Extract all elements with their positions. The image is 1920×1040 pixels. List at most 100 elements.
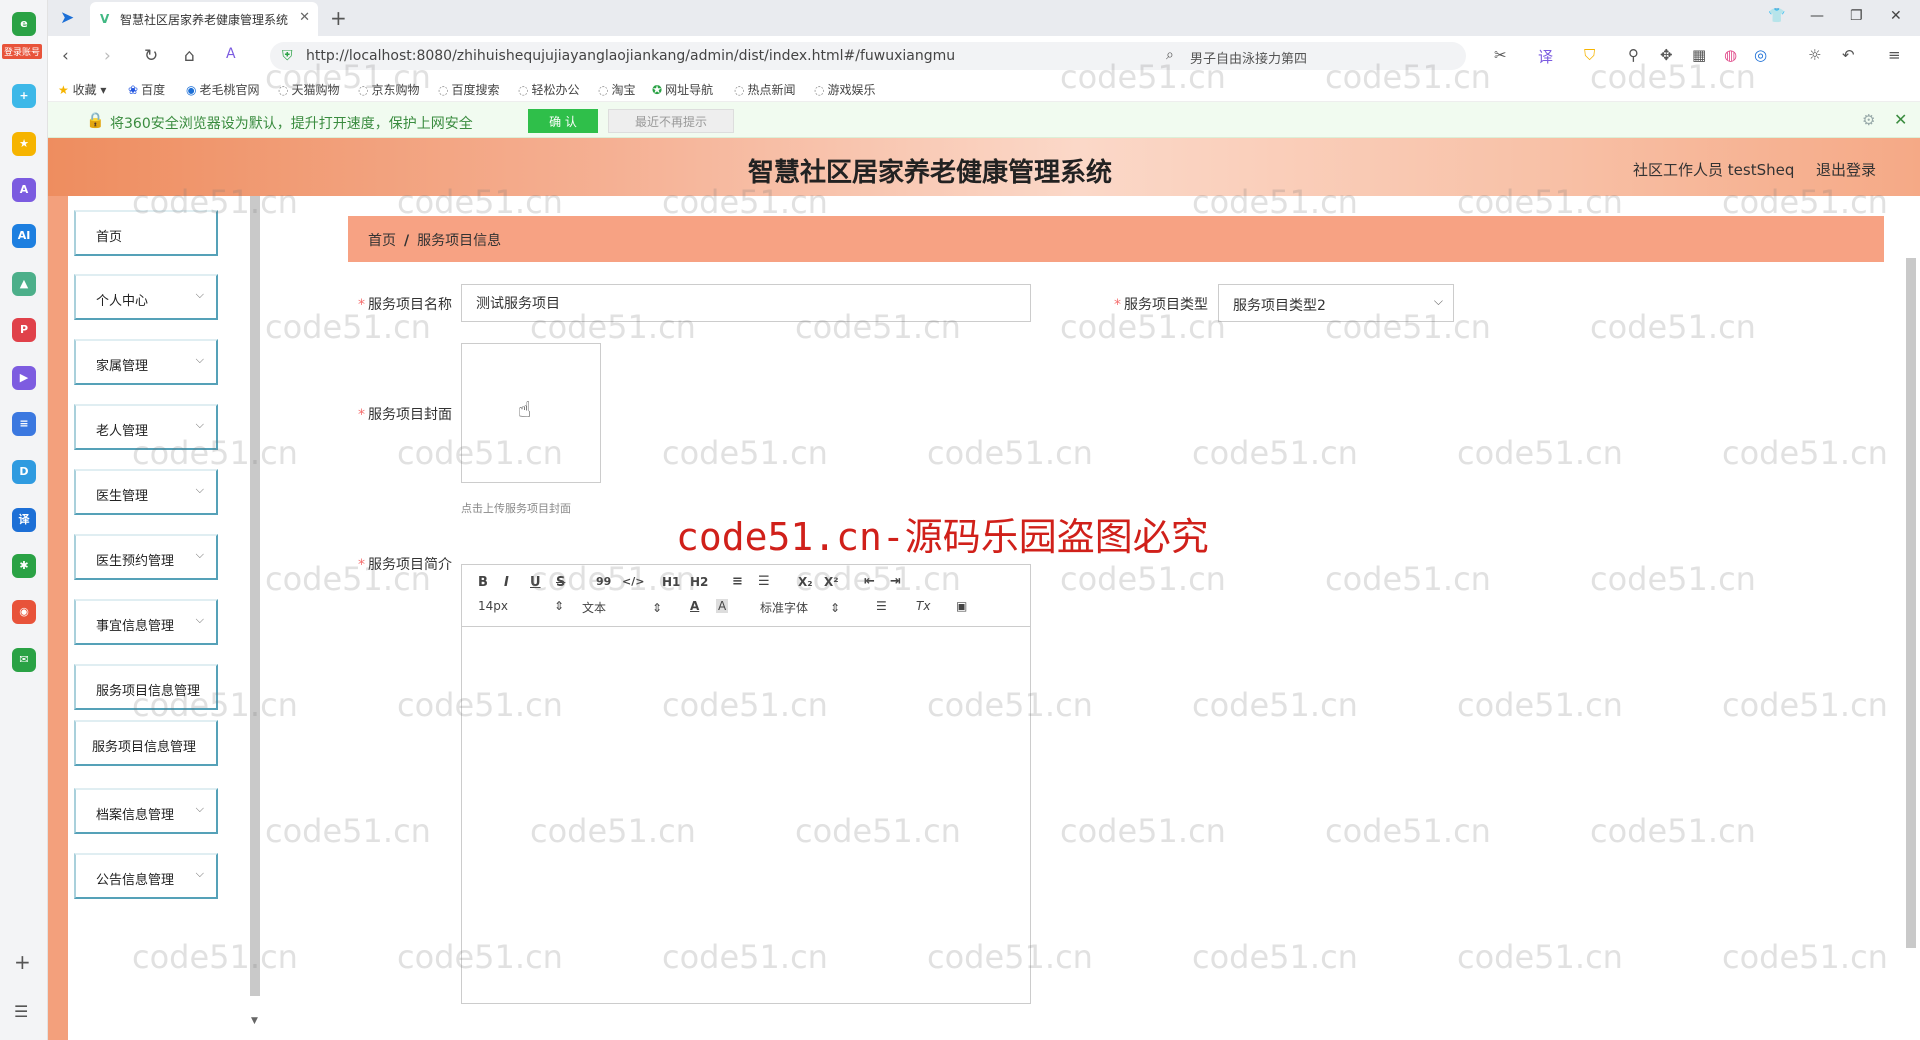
menu-list-icon[interactable]: ☰ [14, 1002, 28, 1021]
subscript-button[interactable]: X₂ [798, 575, 813, 589]
forward-icon[interactable]: › [104, 46, 111, 66]
minimize-icon[interactable]: — [1810, 8, 1824, 24]
heading2-button[interactable]: H2 [690, 575, 708, 589]
superscript-button[interactable]: X² [824, 575, 839, 589]
browser-logo-icon[interactable]: e [12, 12, 36, 36]
service-type-select[interactable]: 服务项目类型2 ⌵ [1218, 284, 1454, 322]
shield-ext-icon[interactable]: ⛉ [1584, 46, 1595, 64]
confirm-button[interactable]: 确 认 [528, 109, 598, 133]
breadcrumb-home[interactable]: 首页 [368, 233, 396, 249]
bookmark-tmall[interactable]: ◌ 天猫购物 [278, 81, 340, 98]
underline-button[interactable]: U [530, 575, 541, 590]
undo-icon[interactable]: ↶ [1842, 46, 1855, 64]
video-tool-icon[interactable]: ▶ [12, 366, 36, 390]
scissors-icon[interactable]: ✂ [1494, 46, 1507, 64]
indent-button[interactable]: ⇥ [890, 574, 901, 589]
apps-grid-icon[interactable]: ▦ [1692, 46, 1706, 64]
bookmark-office[interactable]: ◌ 轻松办公 [518, 81, 580, 98]
browser-tab[interactable]: V 智慧社区居家养老健康管理系统 ✕ [90, 2, 318, 36]
sidebar-item-appointments[interactable]: 医生预约管理 ⌵ [74, 534, 218, 580]
back-icon[interactable]: ‹ [62, 46, 69, 66]
translate-tool-icon[interactable]: 译 [12, 508, 36, 532]
font-family-select[interactable]: 标准字体 ⇕ [760, 599, 840, 616]
favorites-star-icon[interactable]: ★ [12, 132, 36, 156]
strike-button[interactable]: S [556, 575, 565, 590]
mail-icon[interactable]: ✉ [12, 648, 36, 672]
bookmark-favorites[interactable]: ★ 收藏 ▾ [58, 81, 106, 98]
close-icon[interactable]: ✕ [1894, 110, 1907, 129]
bold-button[interactable]: B [478, 575, 488, 590]
extensions-icon[interactable]: ✥ [1660, 46, 1673, 64]
bookmark-news[interactable]: ◌ 热点新闻 [734, 81, 796, 98]
brightness-icon[interactable]: ☼ [1808, 46, 1821, 64]
background-color-icon[interactable]: A [716, 599, 729, 613]
tab-close-icon[interactable]: ✕ [299, 10, 310, 25]
sidebar-item-profile[interactable]: 个人中心 ⌵ [74, 274, 218, 320]
bookmark-games[interactable]: ◌ 游戏娱乐 [814, 81, 876, 98]
restore-icon[interactable]: ❐ [1850, 8, 1863, 24]
translate-ext-icon[interactable]: 译 [1538, 46, 1553, 67]
home-icon[interactable]: ⌂ [184, 46, 195, 66]
search-box[interactable]: ⌕ 男子自由泳接力第四 [1156, 42, 1466, 70]
bookmark-taobao[interactable]: ◌ 淘宝 [598, 81, 636, 98]
sidebar-item-archives[interactable]: 档案信息管理 ⌵ [74, 788, 218, 834]
heading1-button[interactable]: H1 [662, 575, 680, 589]
bookmark-nav[interactable]: ✪ 网址导航 [652, 81, 713, 98]
scroll-down-icon[interactable]: ▼ [251, 1016, 258, 1026]
bookmark-baidu[interactable]: ❀ 百度 [128, 81, 165, 98]
ordered-list-button[interactable]: ≡ [732, 574, 743, 589]
sidebar-item-doctors[interactable]: 医生管理 ⌵ [74, 469, 218, 515]
ai-badge-icon[interactable]: A [226, 46, 236, 62]
login-badge[interactable]: 登录账号 [2, 44, 43, 59]
pdf-tool-icon[interactable]: P [12, 318, 36, 342]
sidebar-item-family[interactable]: 家属管理 ⌵ [74, 339, 218, 385]
color-circle-icon[interactable]: ◍ [1724, 46, 1737, 64]
weibo-icon[interactable]: ◉ [12, 600, 36, 624]
sidebar-subitem-service-projects[interactable]: 服务项目信息管理 [74, 720, 218, 766]
main-scrollbar[interactable] [1906, 258, 1916, 948]
add-icon[interactable]: + [14, 950, 31, 974]
window-close-icon[interactable]: ✕ [1890, 8, 1902, 24]
gear-icon[interactable]: ⚙ [1862, 111, 1875, 129]
sidebar-item-service-projects[interactable]: 服务项目信息管理 [74, 664, 218, 710]
logout-link[interactable]: 退出登录 [1816, 159, 1876, 180]
image-tool-icon[interactable]: ▲ [12, 272, 36, 296]
zoom-icon[interactable]: ⚲ [1628, 46, 1639, 64]
font-color-icon[interactable]: A [690, 599, 699, 613]
clear-format-icon[interactable]: Tx [916, 599, 930, 613]
new-tab-icon[interactable]: + [330, 6, 347, 30]
compass-icon[interactable]: ➤ [60, 8, 74, 28]
main-menu-icon[interactable]: ≡ [1888, 46, 1901, 64]
shirt-skin-icon[interactable]: 👕 [1768, 8, 1785, 24]
bookmark-jd[interactable]: ◌ 京东购物 [358, 81, 420, 98]
sidebar-item-announcements[interactable]: 公告信息管理 ⌵ [74, 853, 218, 899]
service-name-input[interactable] [461, 284, 1031, 322]
italic-button[interactable]: I [504, 575, 509, 590]
ai-assistant-icon[interactable]: A [12, 178, 36, 202]
blockquote-button[interactable]: 99 [596, 575, 611, 588]
bookmark-laomaotao[interactable]: ◉ 老毛桃官网 [186, 81, 260, 98]
translate-icon[interactable]: + [12, 84, 36, 108]
mindmap-icon[interactable]: ✱ [12, 554, 36, 578]
image-insert-icon[interactable]: ▣ [956, 599, 967, 613]
dont-remind-button[interactable]: 最近不再提示 [608, 109, 734, 133]
align-icon[interactable]: ☰ [876, 599, 887, 613]
code-block-button[interactable]: </> [622, 575, 644, 588]
sidebar-item-matters[interactable]: 事宜信息管理 ⌵ [74, 599, 218, 645]
sidebar-item-elderly[interactable]: 老人管理 ⌵ [74, 404, 218, 450]
bookmark-baidu-search[interactable]: ◌ 百度搜索 [438, 81, 500, 98]
text-style-select[interactable]: 文本 ⇕ [582, 599, 662, 616]
sidebar-item-home[interactable]: 首页 [74, 210, 218, 256]
sidebar-scrollbar[interactable] [250, 196, 260, 996]
url-bar[interactable]: ⛨ http://localhost:8080/zhihuishequjujia… [270, 42, 1190, 70]
bullet-list-button[interactable]: ☰ [758, 574, 770, 589]
font-size-select[interactable]: 14px ⇕ [478, 599, 564, 613]
notes-icon[interactable]: ≡ [12, 412, 36, 436]
cover-upload-area[interactable]: ☝ [461, 343, 601, 483]
editor-content-area[interactable] [462, 627, 1030, 1003]
outdent-button[interactable]: ⇤ [864, 574, 875, 589]
edge-icon[interactable]: ◎ [1754, 46, 1767, 64]
ai-writing-icon[interactable]: AI [12, 224, 36, 248]
reload-icon[interactable]: ↻ [144, 46, 158, 66]
doc-tool-icon[interactable]: D [12, 460, 36, 484]
